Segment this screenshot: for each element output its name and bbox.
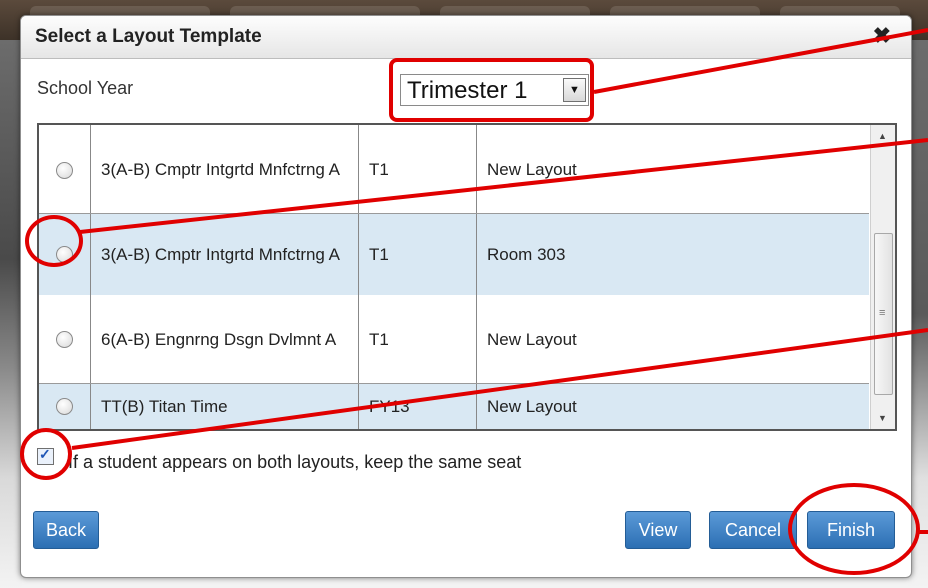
- layout-cell: Room 303: [487, 244, 566, 264]
- term-cell: T1: [359, 295, 477, 384]
- view-button[interactable]: View: [625, 511, 691, 549]
- school-year-label: School Year: [37, 78, 134, 98]
- annotation-finish-highlight: [788, 483, 920, 575]
- dialog-titlebar: Select a Layout Template ✖: [21, 16, 911, 59]
- radio-cell: [39, 384, 91, 429]
- table-row[interactable]: 6(A-B) Engnrng Dsgn Dvlmnt A T1 New Layo…: [39, 295, 869, 384]
- back-button[interactable]: Back: [33, 511, 99, 549]
- table-row[interactable]: 3(A-B) Cmptr Intgrtd Mnfctrng A T1 Room …: [39, 214, 869, 295]
- annotation-checkbox-highlight: [20, 428, 72, 480]
- course-cell: 6(A-B) Engnrng Dsgn Dvlmnt A: [91, 295, 359, 384]
- layout-cell: New Layout: [487, 160, 577, 179]
- term-cell: T1: [359, 214, 477, 295]
- layout-cell: New Layout: [487, 396, 577, 416]
- term-cell: T1: [359, 125, 477, 215]
- cancel-button[interactable]: Cancel: [709, 511, 797, 549]
- radio-button[interactable]: [56, 398, 73, 415]
- scrollbar-thumb[interactable]: ≡: [874, 233, 893, 395]
- grip-icon: ≡: [879, 307, 886, 319]
- table-row[interactable]: 3(A-B) Cmptr Intgrtd Mnfctrng A T1 New L…: [39, 125, 869, 215]
- annotation-radio-highlight: [25, 215, 83, 267]
- keep-seat-label: If a student appears on both layouts, ke…: [68, 452, 522, 472]
- course-cell: 3(A-B) Cmptr Intgrtd Mnfctrng A: [91, 125, 359, 215]
- course-cell: 3(A-B) Cmptr Intgrtd Mnfctrng A: [91, 214, 359, 295]
- term-cell: FY13: [359, 384, 477, 429]
- radio-cell: [39, 125, 91, 215]
- annotation-select-highlight: [389, 58, 594, 122]
- dialog-title: Select a Layout Template: [35, 26, 262, 47]
- radio-button[interactable]: [56, 161, 73, 179]
- scroll-up-icon[interactable]: ▲: [878, 131, 887, 141]
- radio-button[interactable]: [56, 331, 73, 348]
- background-left: [0, 40, 22, 588]
- radio-cell: [39, 295, 91, 384]
- scroll-down-icon[interactable]: ▼: [878, 413, 887, 423]
- table-scrollbar[interactable]: ▲ ≡ ▼: [870, 125, 895, 429]
- course-cell: TT(B) Titan Time: [91, 384, 359, 429]
- table-row[interactable]: TT(B) Titan Time FY13 New Layout: [39, 384, 869, 429]
- layout-cell: New Layout: [487, 329, 577, 349]
- close-icon[interactable]: ✖: [873, 23, 891, 49]
- layout-table: 3(A-B) Cmptr Intgrtd Mnfctrng A T1 New L…: [37, 123, 897, 431]
